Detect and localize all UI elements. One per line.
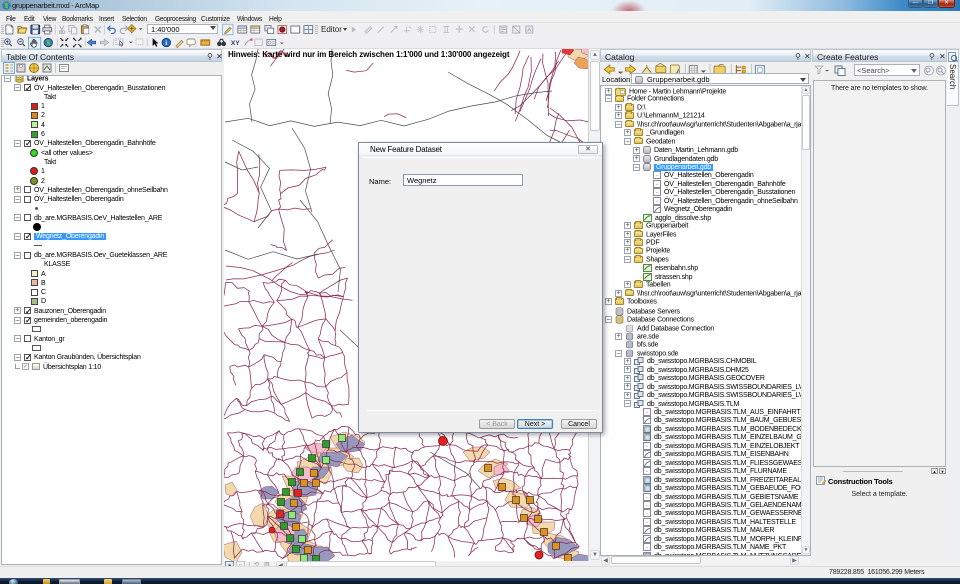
svg-text:i: i — [165, 40, 167, 47]
svg-text:XY: XY — [231, 40, 240, 47]
